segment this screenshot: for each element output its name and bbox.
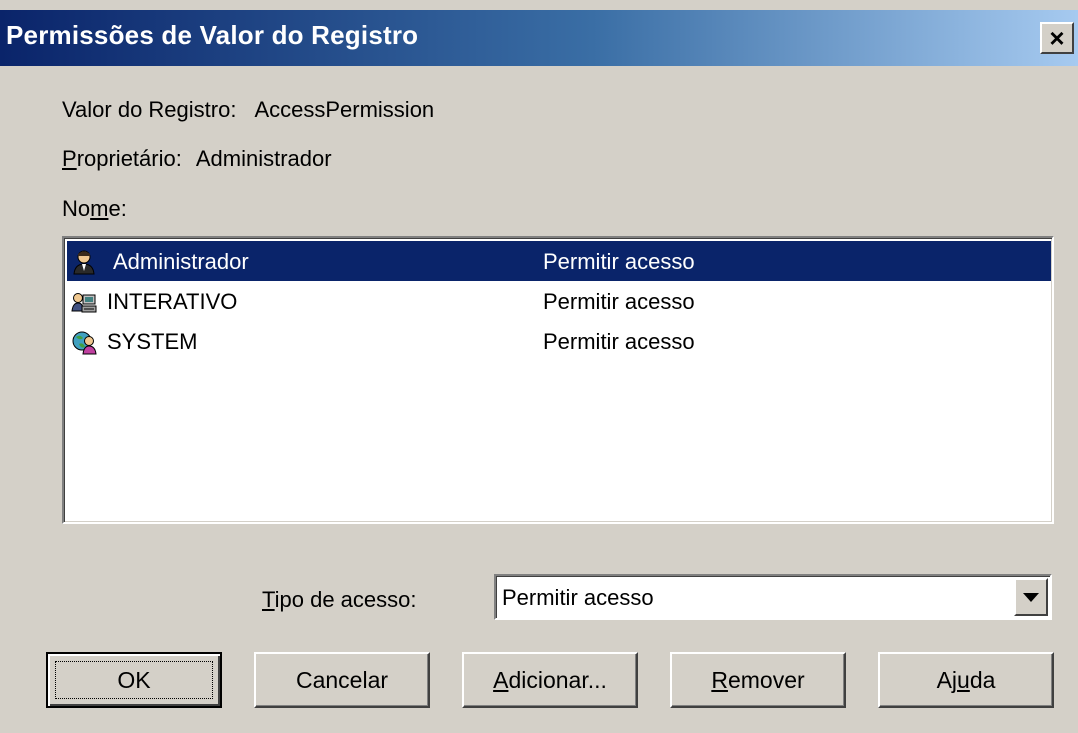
remove-button-label: Remover [711,666,805,693]
list-item-access: Permitir acesso [543,289,695,314]
list-item[interactable]: SYSTEM Permitir acesso [67,321,1051,361]
cancel-button-label: Cancelar [295,666,389,693]
list-item-access: Permitir acesso [543,249,695,274]
owner-label: Proprietário: [62,146,182,171]
registry-value: AccessPermission [254,97,435,122]
access-type-value: Permitir acesso [502,585,654,610]
registry-value-row: Valor do Registro: AccessPermission [62,97,434,123]
add-button-label: Adicionar... [493,666,607,693]
owner-value: Administrador [195,146,332,171]
add-button[interactable]: Adicionar... [462,652,638,708]
registry-value-label: Valor do Registro: [62,97,237,122]
user-icon [71,249,97,275]
chevron-down-icon [1023,592,1039,602]
remove-button[interactable]: Remover [670,652,846,708]
access-type-select[interactable]: Permitir acesso [494,574,1052,620]
list-item-access: Permitir acesso [543,329,695,354]
list-item[interactable]: INTERATIVO Permitir acesso [67,281,1051,321]
access-type-label: Tipo de acesso: [262,587,417,612]
list-item[interactable]: Administrador Permitir acesso [67,241,1051,281]
access-type-dropdown-button[interactable] [1014,578,1048,616]
system-icon [71,329,97,355]
list-item-name: INTERATIVO [107,289,238,314]
focus-rectangle [55,661,213,699]
name-label: Nome: [62,196,127,221]
close-icon: × [1049,23,1065,53]
help-button-label: Ajuda [936,666,996,693]
owner-row: Proprietário: Administrador [62,146,332,172]
list-item-name: Administrador [113,249,249,274]
help-button[interactable]: Ajuda [878,652,1054,708]
list-item-name: SYSTEM [107,329,198,354]
ok-button[interactable]: OK [46,652,222,708]
cancel-button[interactable]: Cancelar [254,652,430,708]
title-bar[interactable]: Permissões de Valor do Registro × [0,10,1078,66]
permissions-dialog: Permissões de Valor do Registro × Valor … [0,0,1078,733]
close-button[interactable]: × [1040,22,1074,54]
interactive-group-icon [71,289,97,315]
permissions-list[interactable]: Administrador Permitir acesso INTERATIVO… [62,236,1054,524]
window-title: Permissões de Valor do Registro [6,20,419,50]
